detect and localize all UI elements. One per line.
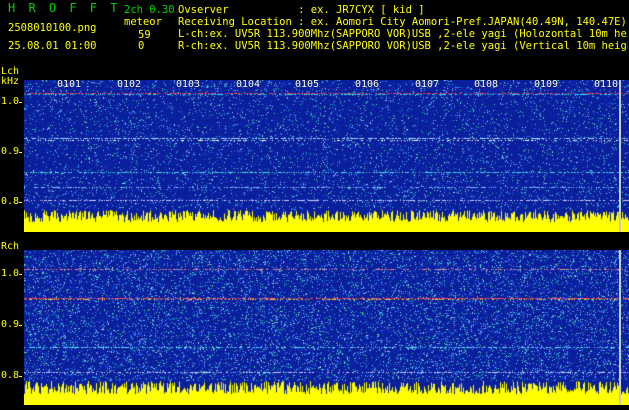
rch-spectrogram-canvas: [24, 250, 629, 405]
rch-description: R-ch:ex. UV5R 113.900Mhz(SAPPORO VOR)USB…: [178, 40, 628, 52]
lch-spectrogram: [24, 80, 629, 232]
time-label: 0109: [534, 79, 559, 90]
lch-unit: kHz: [1, 76, 20, 87]
time-label: 0110: [594, 79, 619, 90]
lch-tick-mark: [19, 152, 22, 153]
lch-description: L-ch:ex. UV5R 113.900Mhz(SAPPORO VOR)USB…: [178, 28, 628, 40]
time-label: 0108: [474, 79, 499, 90]
observer-line: Ovserver : ex. JR7CYX [ kid ]: [178, 4, 425, 16]
rch-tick-mark: [19, 274, 22, 275]
lch-end-marker: [619, 80, 621, 232]
rch-tick-2: 0.9: [1, 319, 20, 330]
app-name: H R O F F T: [8, 1, 121, 15]
mode-label: meteor: [124, 16, 162, 28]
header-area: H R O F F T 2ch 0.30 2508010100.png mete…: [0, 0, 629, 62]
lch-tick-mark: [19, 202, 22, 203]
lch-tick-3: 0.8: [1, 196, 20, 207]
rch-spectrogram: [24, 250, 629, 405]
location-line: Receiving Location : ex. Aomori City Aom…: [178, 16, 627, 28]
rch-tick-3: 0.8: [1, 370, 20, 381]
rch-label: Rch: [1, 241, 20, 252]
rch-tick-1: 1.0: [1, 268, 20, 279]
time-label: 0102: [117, 79, 142, 90]
time-label: 0105: [295, 79, 320, 90]
time-label: 0107: [415, 79, 440, 90]
lch-tick-2: 0.9: [1, 146, 20, 157]
time-label: 0101: [57, 79, 82, 90]
datetime: 25.08.01 01:00: [8, 40, 97, 52]
lch-spectrogram-canvas: [24, 80, 629, 232]
rch-tick-mark: [19, 376, 22, 377]
time-label: 0106: [355, 79, 380, 90]
lch-tick-mark: [19, 102, 22, 103]
time-label: 0103: [176, 79, 201, 90]
rch-tick-mark: [19, 325, 22, 326]
image-filename: 2508010100.png: [8, 22, 97, 34]
app-version: 2ch 0.30: [124, 4, 175, 16]
lch-tick-1: 1.0: [1, 96, 20, 107]
rch-end-marker: [619, 250, 621, 405]
rch-count: 0: [138, 40, 145, 52]
time-label: 0104: [236, 79, 261, 90]
